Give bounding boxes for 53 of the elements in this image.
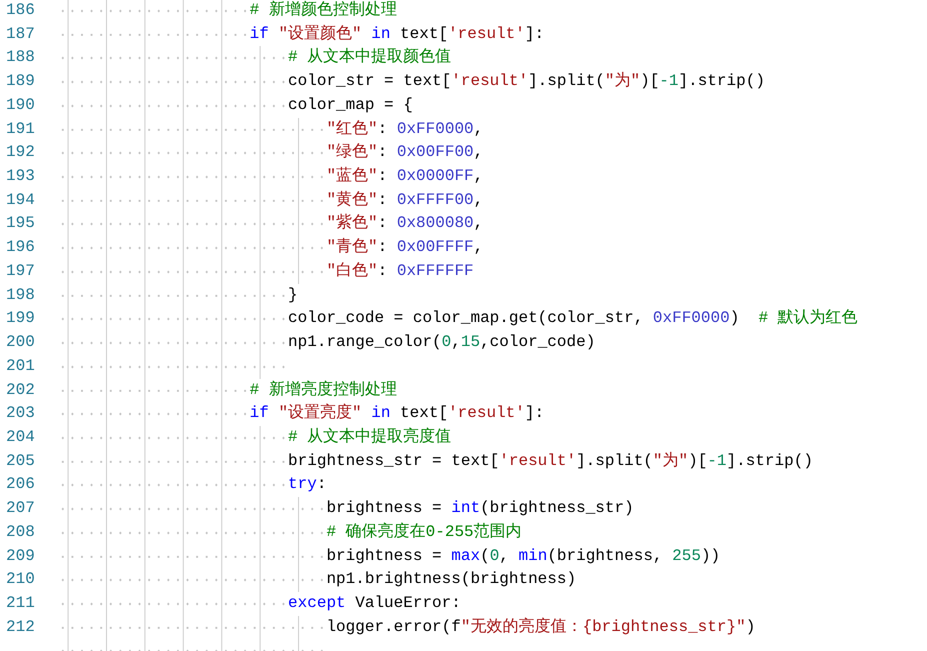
- line-number: 198: [5, 284, 36, 306]
- code-line: "红色": 0xFF0000,: [326, 118, 484, 140]
- line-number: 202: [5, 380, 36, 400]
- code-line: color_map = {: [288, 94, 413, 116]
- line-number: 197: [5, 260, 36, 282]
- line-number: 205: [5, 450, 36, 472]
- code-line: if "设置亮度" in text['result']:: [250, 402, 544, 424]
- code-line: "青色": 0x00FFFF,: [326, 236, 484, 258]
- code-line: # 从文本中提取亮度值: [288, 426, 452, 448]
- line-number: 192: [5, 142, 36, 164]
- line-number: 203: [5, 403, 36, 424]
- line-number: 191: [5, 118, 36, 140]
- line-number: 193: [5, 166, 36, 188]
- code-line: if "设置颜色" in text['result']:: [250, 24, 544, 45]
- code-line: brightness = max(0, min(brightness, 255)): [326, 546, 720, 567]
- code-line: # 新增亮度控制处理: [250, 380, 397, 400]
- code-line: color_code = color_map.get(color_str, 0xFF0000) # 默认为红色: [288, 308, 858, 330]
- code-line: "白色": 0xFFFFFF: [326, 260, 474, 282]
- line-number: 207: [5, 498, 36, 520]
- code-line: "绿色": 0x00FF00,: [326, 142, 484, 164]
- line-number: 212: [5, 616, 36, 638]
- code-line: "紫色": 0x800080,: [326, 212, 484, 234]
- line-number: 194: [5, 190, 36, 211]
- code-line: # 新增颜色控制处理: [250, 0, 397, 21]
- code-line: np1.range_color(0,15,color_code): [288, 332, 596, 354]
- line-number: 195: [5, 213, 36, 234]
- code-line: brightness = int(brightness_str): [326, 498, 634, 520]
- code-line: brightness_str = text['result'].split("为")[-1].strip(): [288, 450, 813, 472]
- code-line: try:: [288, 474, 326, 496]
- code-line: # 从文本中提取颜色值: [288, 46, 452, 68]
- code-line: }: [288, 284, 298, 306]
- line-number: 187: [5, 24, 36, 45]
- line-number: 196: [5, 237, 36, 258]
- line-number: 200: [5, 332, 36, 354]
- line-number: 189: [5, 71, 36, 92]
- line-number: 201: [5, 356, 36, 377]
- code-line: color_str = text['result'].split("为")[-1].strip(): [288, 70, 765, 92]
- line-number: 188: [5, 47, 36, 68]
- code-line: except ValueError:: [288, 592, 461, 614]
- line-number: 206: [5, 474, 36, 496]
- code-line: np1.brightness(brightness): [326, 569, 576, 590]
- code-line: # 确保亮度在0-255范围内: [326, 522, 522, 543]
- line-number: 208: [5, 522, 36, 543]
- line-number: 190: [5, 94, 36, 116]
- line-number: 186: [5, 0, 36, 21]
- line-number: 210: [5, 569, 36, 590]
- line-number: 199: [5, 308, 36, 330]
- code-line: logger.error(f"无效的亮度值：{brightness_str}"): [326, 616, 756, 638]
- line-number: 204: [5, 426, 36, 448]
- line-number: 209: [5, 546, 36, 567]
- code-line: "蓝色": 0x0000FF,: [326, 166, 484, 188]
- code-line: "黄色": 0xFFFF00,: [326, 190, 484, 211]
- line-number: 211: [5, 592, 36, 614]
